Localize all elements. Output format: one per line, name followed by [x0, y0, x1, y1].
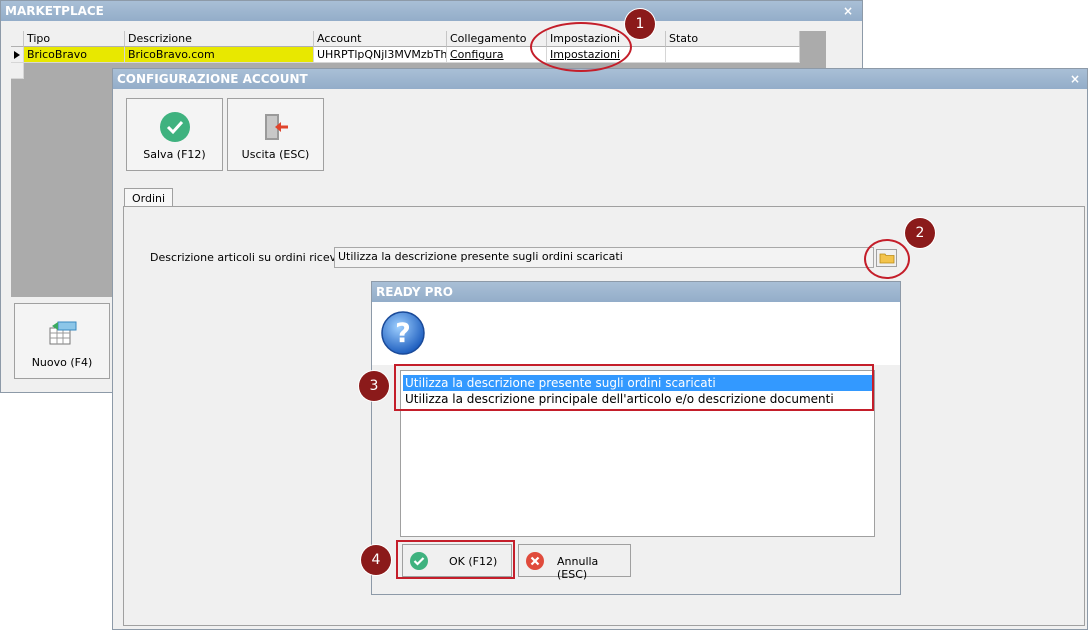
- cell-stato[interactable]: [666, 47, 800, 63]
- highlight-ring-options: [394, 364, 874, 411]
- checkmark-icon: [160, 112, 190, 142]
- empty-row-indicator: [11, 63, 24, 79]
- cell-tipo[interactable]: BricoBravo: [24, 47, 125, 63]
- config-title: CONFIGURAZIONE ACCOUNT: [113, 69, 1087, 89]
- highlight-ring-browse: [864, 239, 910, 279]
- svg-text:?: ?: [395, 318, 411, 349]
- cancel-button-label: Annulla (ESC): [557, 555, 599, 581]
- callout-badge-3: 3: [359, 371, 389, 401]
- exit-button[interactable]: Uscita (ESC): [227, 98, 324, 171]
- question-icon: ?: [381, 311, 425, 355]
- col-header-tipo[interactable]: Tipo: [24, 31, 125, 47]
- callout-badge-2: 2: [905, 218, 935, 248]
- col-header-account[interactable]: Account: [314, 31, 447, 47]
- col-header-descrizione[interactable]: Descrizione: [125, 31, 314, 47]
- exit-button-label: Uscita (ESC): [241, 148, 310, 161]
- callout-badge-4: 4: [361, 545, 391, 575]
- cancel-button[interactable]: Annulla (ESC): [518, 544, 631, 581]
- highlight-ring-impostazioni: [530, 22, 632, 72]
- cell-account[interactable]: UHRPTlpQNjl3MVMzbTha: [314, 47, 447, 63]
- save-button[interactable]: Salva (F12): [126, 98, 223, 171]
- row-pointer-icon: [11, 47, 24, 63]
- callout-badge-1: 1: [625, 9, 655, 39]
- config-close-icon[interactable]: ×: [1067, 69, 1083, 89]
- grid-header-indicator: [11, 31, 24, 47]
- cell-descrizione[interactable]: BricoBravo.com: [125, 47, 314, 63]
- description-field-label: Descrizione articoli su ordini ricevuti …: [150, 251, 358, 264]
- grid-header-filler: [800, 31, 826, 47]
- dialog-icon-band: [372, 302, 900, 365]
- col-header-stato[interactable]: Stato: [666, 31, 800, 47]
- dialog-title: READY PRO: [372, 282, 900, 302]
- exit-door-icon: [265, 114, 288, 140]
- new-grid-icon: [49, 321, 77, 345]
- description-field[interactable]: Utilizza la descrizione presente sugli o…: [334, 247, 874, 268]
- cancel-x-icon: [526, 552, 544, 570]
- new-button[interactable]: Nuovo (F4): [14, 303, 110, 379]
- marketplace-title: MARKETPLACE: [1, 1, 862, 21]
- save-button-label: Salva (F12): [143, 148, 206, 161]
- tab-ordini[interactable]: Ordini: [124, 188, 174, 207]
- new-button-label: Nuovo (F4): [31, 356, 93, 369]
- highlight-ring-ok: [396, 540, 515, 579]
- marketplace-close-icon[interactable]: ×: [840, 1, 856, 21]
